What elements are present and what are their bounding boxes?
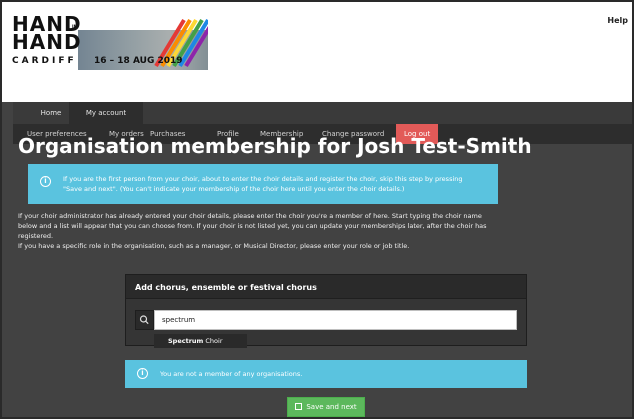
help-link[interactable]: Help	[607, 16, 628, 25]
search-addon	[135, 310, 154, 330]
logo-city: CARDIFF	[12, 56, 77, 66]
browser-frame: Help HAND IN HAND CARDIFF 16 – 18 AUG 20…	[0, 0, 634, 419]
suggestion-rest: Choir	[203, 337, 223, 345]
event-logo[interactable]: HAND IN HAND CARDIFF 16 – 18 AUG 2019	[8, 12, 208, 70]
logo-word-hand-2: HAND	[12, 30, 82, 54]
no-memberships-text: You are not a member of any organisation…	[160, 370, 303, 378]
logo-word-in: IN	[72, 24, 77, 29]
info-alert-text: If you are the first person from your ch…	[63, 175, 463, 193]
save-button-label: Save and next	[306, 403, 357, 411]
main-nav: Home My account	[13, 102, 632, 124]
autocomplete-suggestion[interactable]: Spectrum Choir	[154, 334, 247, 348]
chorus-search-input[interactable]	[154, 310, 517, 330]
role-instructions-paragraph: If you have a specific role in the organ…	[18, 242, 410, 250]
tab-home[interactable]: Home	[33, 102, 69, 124]
logo-dates: 16 – 18 AUG 2019	[94, 56, 183, 66]
instructions-paragraph: If your choir administrator has already …	[18, 212, 487, 240]
panel-title: Add chorus, ensemble or festival chorus	[135, 283, 317, 292]
tab-my-account[interactable]: My account	[69, 102, 143, 124]
info-icon: i	[40, 176, 51, 187]
page-title: Organisation membership for Josh Test-Sm…	[18, 134, 532, 158]
panel-header: Add chorus, ensemble or festival chorus	[126, 275, 526, 299]
info-alert-first-person: i If you are the first person from your …	[28, 164, 498, 204]
info-alert-no-memberships: i You are not a member of any organisati…	[125, 360, 527, 388]
suggestion-match: Spectrum	[168, 337, 204, 345]
save-and-next-button[interactable]: Save and next	[287, 397, 365, 417]
floppy-disk-icon	[295, 403, 303, 410]
info-icon: i	[137, 368, 148, 379]
site-header: Help HAND IN HAND CARDIFF 16 – 18 AUG 20…	[2, 2, 632, 102]
search-icon	[139, 315, 149, 325]
